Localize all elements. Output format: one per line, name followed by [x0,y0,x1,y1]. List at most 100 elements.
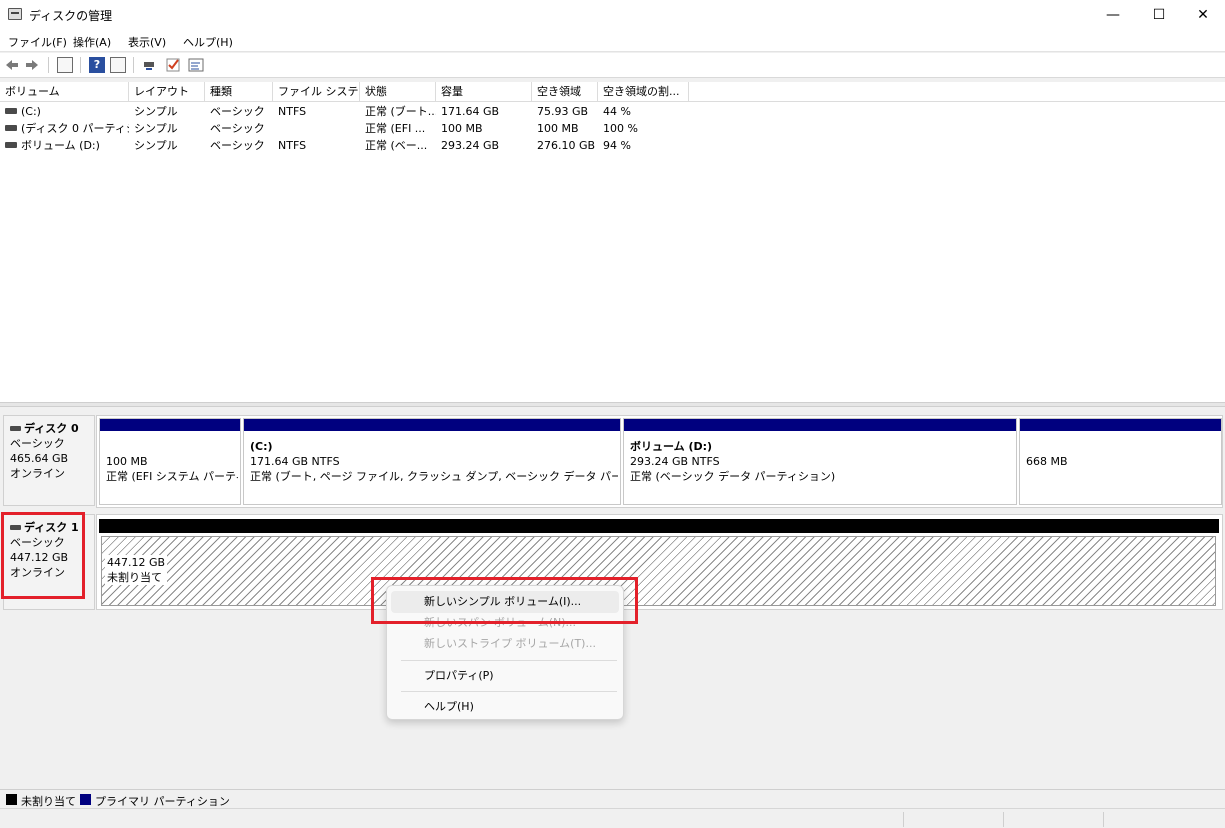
action-pane-icon[interactable] [110,57,126,73]
column-type[interactable]: 種類 [205,82,273,102]
cell-status: 正常 (ベー... [365,139,428,152]
primary-partition-bar [244,419,620,431]
status-bar [0,808,1225,828]
cell-free-percent: 44 % [603,105,631,118]
menu-properties[interactable]: プロパティ(P) [391,665,619,687]
partition-info: ボリューム (D:) 293.24 GB NTFS 正常 (ベーシック データ … [630,439,1014,484]
volume-name: (ディスク 0 パーティシ... [21,122,129,135]
volume-list: ボリューム レイアウト 種類 ファイル システム 状態 容量 空き領域 空き領域… [0,82,1225,402]
help-icon[interactable]: ? [89,57,105,73]
cell-filesystem: NTFS [278,139,307,152]
table-row[interactable]: (C:) シンプル ベーシック NTFS 正常 (ブート... 171.64 G… [0,103,1225,120]
toolbar-separator [48,57,49,73]
cell-type: ベーシック [210,105,265,118]
back-arrow-icon[interactable] [4,57,20,73]
table-row[interactable]: ボリューム (D:) シンプル ベーシック NTFS 正常 (ベー... 293… [0,137,1225,154]
disk-0-partitions: 100 MB 正常 (EFI システム パーティション) (C:) 171.64… [96,415,1223,508]
cell-free-space: 276.10 GB [537,139,596,152]
cell-layout: シンプル [134,139,178,152]
disk-state: オンライン [10,467,65,480]
cell-type: ベーシック [210,122,265,135]
column-volume[interactable]: ボリューム [0,82,129,102]
partition-info: (C:) 171.64 GB NTFS 正常 (ブート, ページ ファイル, ク… [250,439,618,484]
cell-free-space: 100 MB [537,122,579,135]
column-capacity[interactable]: 容量 [436,82,532,102]
unallocated-space[interactable]: 447.12 GB 未割り当て [101,536,1216,606]
unallocated-label: 未割り当て [107,571,162,584]
legend-primary-label: プライマリ パーティション [95,795,230,808]
status-divider [1003,812,1004,827]
title-bar: ディスクの管理 — ☐ ✕ [0,0,1225,30]
column-layout[interactable]: レイアウト [129,82,205,102]
properties-icon[interactable] [188,57,204,73]
legend-unallocated-label: 未割り当て [21,795,76,808]
partition-d[interactable]: ボリューム (D:) 293.24 GB NTFS 正常 (ベーシック データ … [623,418,1017,505]
check-icon[interactable] [165,57,181,73]
drive-icon [5,142,17,148]
cell-free-percent: 100 % [603,122,638,135]
unallocated-bar [99,519,1219,533]
disk-0-label[interactable]: ディスク 0 ベーシック 465.64 GB オンライン [3,415,95,506]
highlight-box-disk-1 [1,512,85,599]
legend-unallocated-swatch [6,794,17,805]
window-title: ディスクの管理 [29,9,113,23]
partition-efi[interactable]: 100 MB 正常 (EFI システム パーティション) [99,418,241,505]
drive-icon [5,125,17,131]
volume-name: (C:) [21,105,41,118]
close-button[interactable]: ✕ [1180,0,1225,30]
partition-info: 100 MB 正常 (EFI システム パーティション) [106,439,238,484]
cell-status: 正常 (EFI ... [365,122,426,135]
partition-size: 171.64 GB NTFS [250,455,340,468]
maximize-button[interactable]: ☐ [1136,0,1182,30]
column-free-space[interactable]: 空き領域 [532,82,598,102]
disk-type: ベーシック [10,437,65,450]
partition-name: (C:) [250,440,273,453]
table-row[interactable]: (ディスク 0 パーティシ... シンプル ベーシック 正常 (EFI ... … [0,120,1225,137]
primary-partition-bar [624,419,1016,431]
disk-name: ディスク 0 [24,422,79,435]
menu-help[interactable]: ヘルプ(H) [183,34,233,50]
partition-name [1026,439,1219,454]
menu-file[interactable]: ファイル(F) [8,34,67,50]
cell-filesystem: NTFS [278,105,307,118]
menu-new-striped-volume[interactable]: 新しいストライプ ボリューム(T)... [391,633,619,655]
partition-size: 100 MB [106,455,148,468]
menu-help-item[interactable]: ヘルプ(H) [391,696,619,718]
toolbar-separator [80,57,81,73]
cell-type: ベーシック [210,139,265,152]
toolbar: ? [0,53,1225,78]
connect-icon[interactable] [142,57,158,73]
disk-1-partitions: 447.12 GB 未割り当て [96,514,1223,610]
column-free-percent[interactable]: 空き領域の割... [598,82,689,102]
cell-capacity: 293.24 GB [441,139,500,152]
column-status[interactable]: 状態 [360,82,436,102]
disk-management-app-icon [8,8,22,20]
drive-icon [5,108,17,114]
forward-arrow-icon[interactable] [24,57,40,73]
volume-name: ボリューム (D:) [21,139,100,152]
partition-size: 668 MB [1026,455,1068,468]
partition-recovery[interactable]: 668 MB [1019,418,1222,505]
primary-partition-bar [1020,419,1221,431]
legend-primary-swatch [80,794,91,805]
minimize-button[interactable]: — [1090,0,1136,30]
cell-volume: ボリューム (D:) [0,137,129,154]
cell-status: 正常 (ブート... [365,105,436,118]
cell-volume: (C:) [0,103,129,120]
menu-view[interactable]: 表示(V) [128,34,166,50]
partition-info: 668 MB [1026,439,1219,469]
console-tree-icon[interactable] [57,57,73,73]
partition-c[interactable]: (C:) 171.64 GB NTFS 正常 (ブート, ページ ファイル, ク… [243,418,621,505]
cell-free-space: 75.93 GB [537,105,589,118]
menu-action[interactable]: 操作(A) [73,34,111,50]
partition-size: 293.24 GB NTFS [630,455,720,468]
menu-separator [401,660,617,661]
legend: 未割り当て プライマリ パーティション [0,789,1225,808]
column-filesystem[interactable]: ファイル システム [273,82,360,102]
toolbar-separator [133,57,134,73]
partition-name [106,439,238,454]
cell-free-percent: 94 % [603,139,631,152]
cell-capacity: 100 MB [441,122,483,135]
highlight-box-menu-item [371,577,638,624]
cell-capacity: 171.64 GB [441,105,500,118]
